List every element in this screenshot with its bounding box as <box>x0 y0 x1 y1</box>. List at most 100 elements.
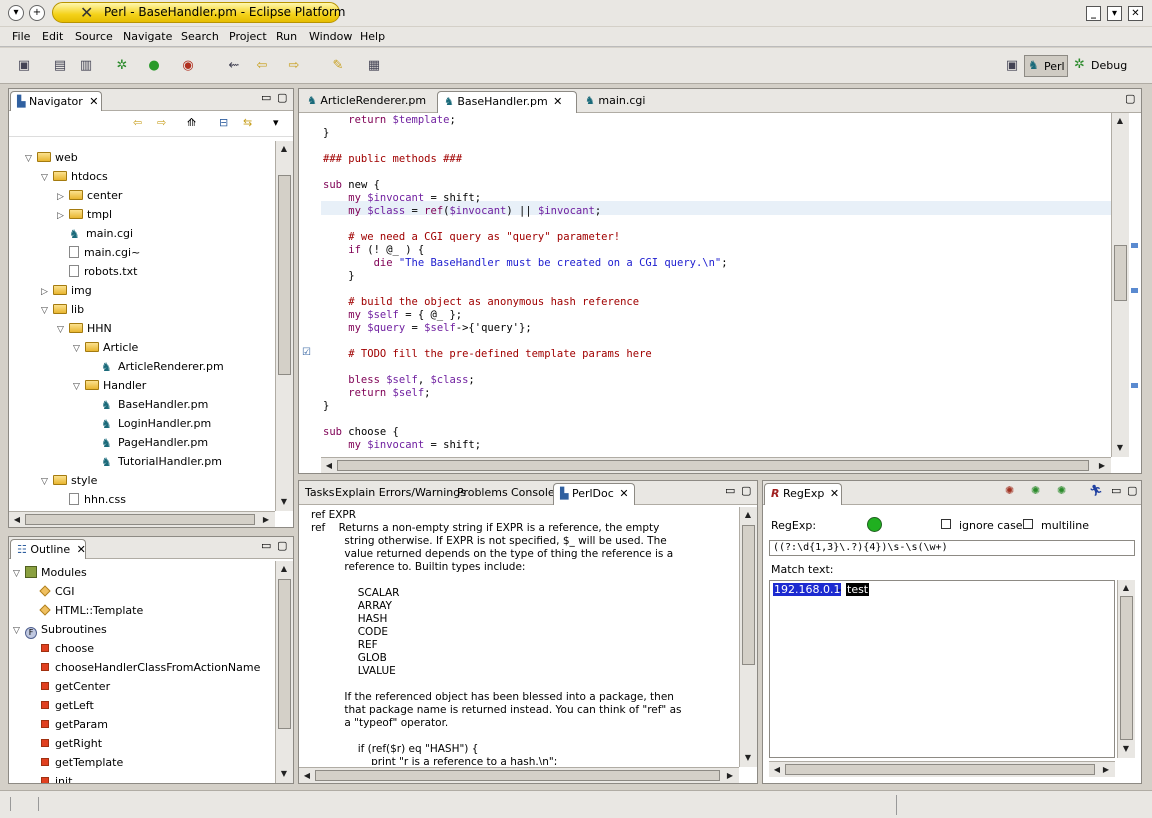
tree-item[interactable]: ♞ BaseHandler.pm <box>89 396 208 413</box>
tree-item[interactable]: ▽ lib <box>41 301 84 318</box>
pin-icon[interactable]: ✎ <box>328 57 348 75</box>
menu-search[interactable]: Search <box>181 30 219 43</box>
outline-item[interactable]: getTemplate <box>29 754 123 771</box>
tree-item[interactable]: ▽ Article <box>73 339 138 356</box>
expanded-arrow-icon[interactable]: ▽ <box>41 170 53 187</box>
maximize-view-icon[interactable]: ▢ <box>1125 92 1135 105</box>
tab-base-handler[interactable]: ♞ BaseHandler.pm ✕ <box>437 91 577 113</box>
tree-item[interactable]: ♞ TutorialHandler.pm <box>89 453 222 470</box>
new-icon[interactable]: ▣ <box>14 57 34 75</box>
close-icon[interactable]: ✕ <box>553 95 562 108</box>
forward-icon[interactable]: ⇨ <box>284 57 304 75</box>
scroll-thumb[interactable] <box>742 525 755 665</box>
scroll-down-arrow[interactable]: ▼ <box>741 751 755 765</box>
editor-hscroll[interactable]: ◀ ▶ <box>321 457 1111 473</box>
perldoc-hscroll[interactable]: ◀ ▶ <box>299 767 739 783</box>
scroll-down-arrow[interactable]: ▼ <box>1113 441 1127 455</box>
forward-icon[interactable]: ⇨ <box>157 116 166 129</box>
link-editor-icon[interactable]: ⇆ <box>243 116 252 129</box>
debug-perspective-button[interactable]: ✲ Debug <box>1072 55 1130 77</box>
scroll-thumb[interactable] <box>1114 245 1127 301</box>
scroll-down-arrow[interactable]: ▼ <box>277 767 291 781</box>
hscroll-thumb[interactable] <box>25 514 255 525</box>
outline-item[interactable]: getParam <box>29 716 108 733</box>
tab-console[interactable]: Console <box>505 483 555 503</box>
menu-project[interactable]: Project <box>229 30 267 43</box>
scroll-left-arrow[interactable]: ◀ <box>300 769 314 783</box>
stop-icon[interactable]: ✺ <box>1005 484 1014 497</box>
outline-item[interactable]: CGI <box>29 583 74 600</box>
menu-file[interactable]: File <box>12 30 30 43</box>
tab-explain-errors[interactable]: Explain Errors/Warnings <box>329 483 466 503</box>
tree-item[interactable]: robots.txt <box>57 263 137 280</box>
code-area[interactable]: return $template;} ### public methods ###… <box>321 113 1111 457</box>
menu-navigate[interactable]: Navigate <box>123 30 172 43</box>
tab-navigator[interactable]: ▙ Navigator ✕ <box>10 91 102 111</box>
maximize-view-icon[interactable]: ▢ <box>741 484 751 497</box>
tab-outline[interactable]: ☷ Outline ✕ <box>10 539 86 559</box>
outline-item[interactable]: getCenter <box>29 678 110 695</box>
runner-icon[interactable]: 🏃︎ <box>1089 484 1103 497</box>
outline-item[interactable]: HTML::Template <box>29 602 143 619</box>
run-icon[interactable]: ● <box>144 57 164 75</box>
match-vscroll[interactable]: ▲ ▼ <box>1117 580 1135 758</box>
close-icon[interactable]: ✕ <box>830 487 839 500</box>
scroll-thumb[interactable] <box>278 579 291 729</box>
close-icon[interactable]: ✕ <box>89 95 98 108</box>
navigator-vscroll[interactable]: ▲ ▼ <box>275 141 293 511</box>
overview-marker[interactable] <box>1131 288 1138 293</box>
multiline-checkbox[interactable] <box>1023 519 1033 529</box>
tab-problems[interactable]: Problems <box>451 483 508 503</box>
debug-icon[interactable]: ✲ <box>112 57 132 75</box>
scroll-up-arrow[interactable]: ▲ <box>277 142 291 156</box>
save-icon[interactable]: ▤ <box>50 57 70 75</box>
outline-item[interactable]: getRight <box>29 735 102 752</box>
tree-item[interactable]: ♞ PageHandler.pm <box>89 434 208 451</box>
scroll-up-arrow[interactable]: ▲ <box>277 562 291 576</box>
expanded-arrow-icon[interactable]: ▽ <box>41 474 53 491</box>
validate-icon[interactable]: ✺ <box>1057 484 1066 497</box>
scroll-up-arrow[interactable]: ▲ <box>741 508 755 522</box>
collapsed-arrow-icon[interactable]: ▷ <box>57 208 69 225</box>
scroll-right-arrow[interactable]: ▶ <box>1095 459 1109 473</box>
up-icon[interactable]: ⟰ <box>187 116 196 129</box>
close-button[interactable]: ✕ <box>1128 6 1143 21</box>
match-hscroll[interactable]: ◀ ▶ <box>769 761 1115 777</box>
menu-window[interactable]: Window <box>309 30 352 43</box>
ignore-case-checkbox[interactable] <box>941 519 951 529</box>
perl-perspective-button[interactable]: ♞ Perl <box>1024 55 1068 77</box>
hscroll-thumb[interactable] <box>785 764 1095 775</box>
tree-item[interactable]: ▷ img <box>41 282 92 299</box>
collapse-all-icon[interactable]: ⊟ <box>219 116 228 129</box>
maximize-button[interactable]: ▾ <box>1107 6 1122 21</box>
maximize-view-icon[interactable]: ▢ <box>1127 484 1137 497</box>
minimize-view-icon[interactable]: ▭ <box>261 91 271 104</box>
expanded-arrow-icon[interactable]: ▽ <box>13 623 25 640</box>
task-marker-icon[interactable]: ☑ <box>302 347 311 358</box>
open-type-icon[interactable]: ▦ <box>364 57 384 75</box>
back-icon[interactable]: ⇦ <box>133 116 142 129</box>
tree-item[interactable]: ♞ ArticleRenderer.pm <box>89 358 224 375</box>
tab-tasks[interactable]: Tasks <box>299 483 334 503</box>
scroll-down-arrow[interactable]: ▼ <box>277 495 291 509</box>
outline-vscroll[interactable]: ▲ ▼ <box>275 561 293 783</box>
scroll-right-arrow[interactable]: ▶ <box>1099 763 1113 777</box>
maximize-view-icon[interactable]: ▢ <box>277 539 287 552</box>
window-pin-button[interactable]: + <box>29 5 45 21</box>
tree-item[interactable]: hhn.css <box>57 491 126 508</box>
minimize-view-icon[interactable]: ▭ <box>725 484 735 497</box>
minimize-view-icon[interactable]: ▭ <box>1111 484 1121 497</box>
external-tools-icon[interactable]: ◉ <box>178 57 198 75</box>
tree-item[interactable]: ♞ LoginHandler.pm <box>89 415 211 432</box>
expanded-arrow-icon[interactable]: ▽ <box>41 303 53 320</box>
tree-item[interactable]: ▷ center <box>57 187 122 204</box>
back-icon[interactable]: ⇦ <box>252 57 272 75</box>
tab-perldoc[interactable]: ▙ PerlDoc ✕ <box>553 483 635 505</box>
outline-item[interactable]: ▽ F Subroutines <box>13 621 107 640</box>
open-perspective-icon[interactable]: ▣ <box>1002 57 1022 75</box>
print-icon[interactable]: ▥ <box>76 57 96 75</box>
tree-item[interactable]: ▷ tmpl <box>57 206 112 223</box>
tree-item[interactable]: ▽ Handler <box>73 377 146 394</box>
collapsed-arrow-icon[interactable]: ▷ <box>41 284 53 301</box>
hscroll-thumb[interactable] <box>337 460 1089 471</box>
